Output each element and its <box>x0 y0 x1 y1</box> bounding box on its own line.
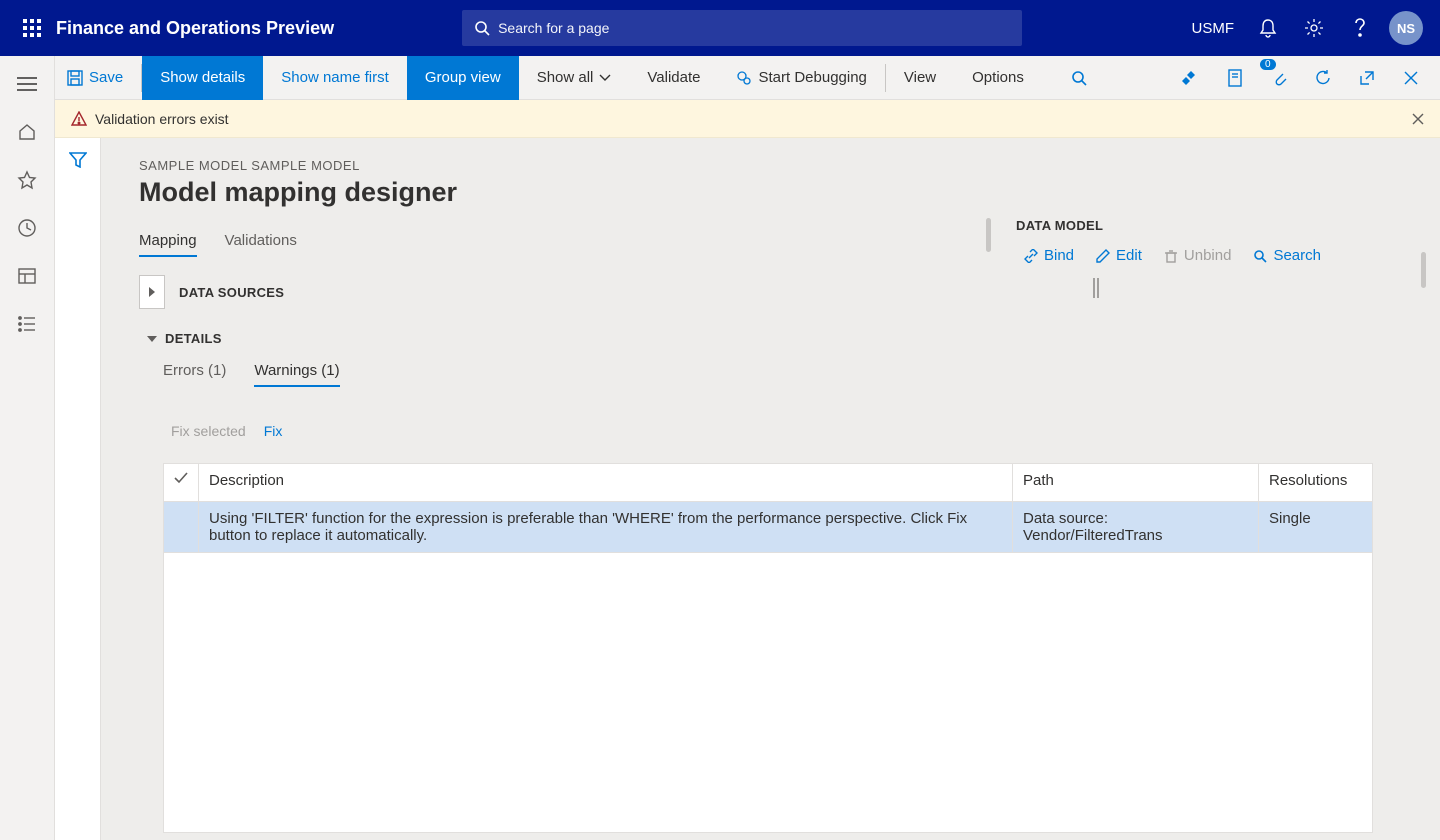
chevron-down-icon <box>599 74 611 82</box>
data-sources-expand[interactable] <box>139 275 165 309</box>
search-icon <box>474 20 490 36</box>
app-title: Finance and Operations Preview <box>56 18 334 39</box>
gear-icon <box>1304 18 1324 38</box>
banner-text: Validation errors exist <box>95 111 229 127</box>
search-input[interactable]: Search for a page <box>462 10 1022 46</box>
debug-icon <box>736 70 752 86</box>
show-details-button[interactable]: Show details <box>142 56 263 100</box>
home-icon <box>17 122 37 142</box>
filter-button[interactable] <box>69 152 87 840</box>
search-placeholder: Search for a page <box>498 20 609 36</box>
bind-button[interactable]: Bind <box>1024 247 1074 264</box>
close-button[interactable] <box>1394 61 1428 95</box>
trash-icon <box>1164 249 1178 263</box>
search-icon <box>1071 70 1087 86</box>
table-row[interactable]: Using 'FILTER' function for the expressi… <box>164 502 1373 553</box>
help-icon <box>1354 18 1366 38</box>
close-icon <box>1412 113 1424 125</box>
cell-resolutions: Single <box>1259 502 1373 553</box>
pencil-icon <box>1096 249 1110 263</box>
link-icon <box>1024 249 1038 263</box>
scroll-indicator <box>986 218 991 252</box>
warnings-table: Description Path Resolutions Using 'FILT… <box>163 463 1373 553</box>
personalize-button[interactable] <box>1174 61 1208 95</box>
cell-description: Using 'FILTER' function for the expressi… <box>199 502 1013 553</box>
home-button[interactable] <box>3 112 51 152</box>
check-icon <box>174 472 188 484</box>
list-icon <box>17 315 37 333</box>
warning-icon <box>71 111 87 127</box>
close-icon <box>1404 71 1418 85</box>
show-name-first-button[interactable]: Show name first <box>263 56 407 100</box>
chevron-down-icon <box>147 335 157 343</box>
page-icon <box>1227 69 1243 87</box>
fix-button[interactable]: Fix <box>264 423 283 439</box>
bell-icon <box>1259 18 1277 38</box>
col-description[interactable]: Description <box>199 464 1013 502</box>
splitter-handle[interactable] <box>1093 278 1101 298</box>
details-label: DETAILS <box>165 331 222 346</box>
table-empty-area <box>163 553 1373 833</box>
tab-mapping[interactable]: Mapping <box>139 232 197 257</box>
refresh-button[interactable] <box>1306 61 1340 95</box>
page-options-button[interactable] <box>1218 61 1252 95</box>
data-sources-label: DATA SOURCES <box>179 285 284 300</box>
options-button[interactable]: Options <box>954 56 1042 100</box>
search-button[interactable]: Search <box>1253 247 1321 264</box>
select-all[interactable] <box>164 464 199 502</box>
user-avatar[interactable]: NS <box>1384 4 1428 52</box>
save-icon <box>67 70 83 86</box>
help-button[interactable] <box>1338 4 1382 52</box>
col-resolutions[interactable]: Resolutions <box>1259 464 1373 502</box>
waffle-icon <box>23 19 41 37</box>
unbind-button: Unbind <box>1164 247 1232 264</box>
popout-button[interactable] <box>1350 61 1384 95</box>
star-icon <box>17 170 37 190</box>
popout-icon <box>1359 70 1375 86</box>
filter-icon <box>69 152 87 168</box>
hamburger-icon <box>17 77 37 91</box>
company-selector[interactable]: USMF <box>1182 20 1245 37</box>
fix-selected-button: Fix selected <box>171 423 246 439</box>
data-model-label: DATA MODEL <box>1016 218 1416 233</box>
favorites-button[interactable] <box>3 160 51 200</box>
search-icon <box>1253 249 1267 263</box>
subtab-warnings[interactable]: Warnings (1) <box>254 362 339 387</box>
show-all-button[interactable]: Show all <box>519 56 630 100</box>
refresh-icon <box>1314 69 1332 87</box>
subtab-errors[interactable]: Errors (1) <box>163 362 226 387</box>
view-button[interactable]: View <box>886 56 954 100</box>
avatar-initials: NS <box>1397 21 1415 36</box>
nav-toggle[interactable] <box>3 64 51 104</box>
tab-validations[interactable]: Validations <box>225 232 297 257</box>
attachment-count: 0 <box>1260 59 1276 70</box>
breadcrumb: SAMPLE MODEL SAMPLE MODEL <box>139 158 1440 173</box>
validation-banner: Validation errors exist <box>55 100 1440 138</box>
scroll-indicator <box>1421 252 1426 288</box>
col-path[interactable]: Path <box>1013 464 1259 502</box>
chevron-right-icon <box>148 287 156 297</box>
clock-icon <box>17 218 37 238</box>
save-button[interactable]: Save <box>55 56 141 100</box>
attachments-button[interactable]: 0 <box>1262 61 1296 95</box>
workspace-icon <box>17 267 37 285</box>
start-debugging-button[interactable]: Start Debugging <box>718 56 884 100</box>
validate-button[interactable]: Validate <box>629 56 718 100</box>
banner-close[interactable] <box>1412 113 1424 125</box>
group-view-button[interactable]: Group view <box>407 56 519 100</box>
cell-path: Data source: Vendor/FilteredTrans <box>1013 502 1259 553</box>
recent-button[interactable] <box>3 208 51 248</box>
modules-button[interactable] <box>3 304 51 344</box>
notifications-button[interactable] <box>1246 4 1290 52</box>
page-title: Model mapping designer <box>139 177 1440 208</box>
settings-button[interactable] <box>1292 4 1336 52</box>
find-button[interactable] <box>1062 61 1096 95</box>
workspaces-button[interactable] <box>3 256 51 296</box>
paperclip-icon <box>1270 69 1288 87</box>
app-launcher[interactable] <box>12 8 52 48</box>
diamond-icon <box>1182 71 1200 85</box>
edit-button[interactable]: Edit <box>1096 247 1142 264</box>
